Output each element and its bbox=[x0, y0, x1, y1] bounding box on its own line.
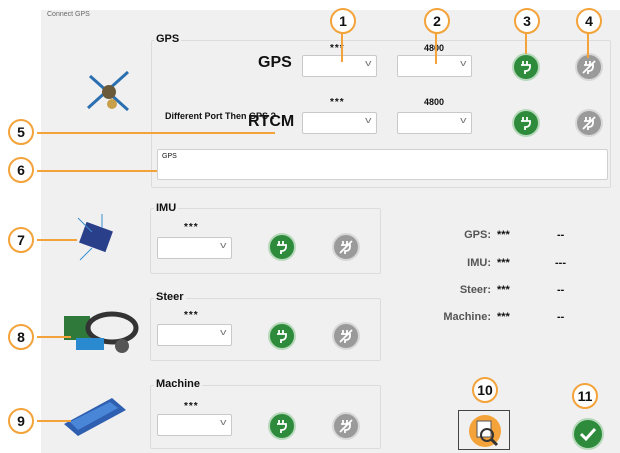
status-steer-value: *** bbox=[497, 284, 510, 296]
status-imu-value: *** bbox=[497, 257, 510, 269]
rtcm-baud-select[interactable]: v bbox=[397, 112, 472, 134]
status-steer-state: -- bbox=[557, 284, 565, 296]
callout-6-line bbox=[37, 170, 157, 172]
callout-7: 7 bbox=[8, 227, 34, 253]
gps-row-label: GPS bbox=[258, 54, 292, 71]
chevron-down-icon: v bbox=[219, 240, 226, 250]
steer-group-label: Steer bbox=[154, 291, 186, 303]
chevron-down-icon: v bbox=[459, 115, 466, 125]
unplug-icon bbox=[582, 60, 596, 74]
chevron-down-icon: v bbox=[219, 417, 226, 427]
callout-3: 3 bbox=[514, 8, 540, 34]
rtcm-port-value: *** bbox=[330, 97, 345, 108]
status-gps-label: GPS: bbox=[464, 229, 491, 241]
imu-group-label: IMU bbox=[154, 202, 179, 214]
callout-3-line bbox=[525, 32, 527, 54]
rtcm-row-label: RTCM bbox=[248, 113, 295, 130]
chevron-down-icon: v bbox=[364, 58, 371, 68]
plug-icon bbox=[521, 61, 531, 74]
status-imu-label: IMU: bbox=[467, 257, 491, 269]
scan-ports-button[interactable] bbox=[458, 410, 510, 450]
steer-disconnect-button[interactable] bbox=[332, 322, 360, 350]
status-machine-label: Machine: bbox=[443, 311, 491, 323]
steer-kit-icon bbox=[64, 311, 139, 353]
callout-9: 9 bbox=[8, 408, 34, 434]
gps-group-label: GPS bbox=[154, 33, 182, 45]
status-machine-value: *** bbox=[497, 311, 510, 323]
gps-port-select[interactable]: v bbox=[302, 55, 377, 77]
status-gps-state: -- bbox=[557, 229, 565, 241]
rtcm-connect-button[interactable] bbox=[512, 109, 540, 137]
check-icon bbox=[579, 427, 597, 442]
imu-disconnect-button[interactable] bbox=[332, 233, 360, 261]
imu-port-value: *** bbox=[184, 222, 199, 233]
ok-button[interactable] bbox=[572, 418, 604, 450]
machine-port-value: *** bbox=[184, 401, 199, 412]
imu-port-select[interactable]: v bbox=[157, 237, 232, 259]
steer-port-value: *** bbox=[184, 310, 199, 321]
gps-message-box: GPS bbox=[157, 149, 608, 180]
machine-port-select[interactable]: v bbox=[157, 414, 232, 436]
callout-9-line bbox=[37, 420, 71, 422]
chevron-down-icon: v bbox=[364, 115, 371, 125]
callout-2: 2 bbox=[424, 8, 450, 34]
callout-1-line bbox=[341, 32, 343, 62]
relay-board-icon bbox=[64, 398, 126, 436]
status-steer-label: Steer: bbox=[459, 284, 491, 296]
gps-disconnect-button[interactable] bbox=[575, 53, 603, 81]
status-gps-value: *** bbox=[497, 229, 510, 241]
rtcm-disconnect-button[interactable] bbox=[575, 109, 603, 137]
plug-icon bbox=[277, 420, 287, 433]
callout-8-line bbox=[37, 336, 71, 338]
machine-disconnect-button[interactable] bbox=[332, 412, 360, 440]
callout-5: 5 bbox=[8, 119, 34, 145]
chevron-down-icon: v bbox=[219, 327, 226, 337]
unplug-icon bbox=[339, 240, 353, 254]
chevron-down-icon: v bbox=[459, 58, 466, 68]
callout-5-line bbox=[37, 132, 275, 134]
callout-6: 6 bbox=[8, 157, 34, 183]
plug-icon bbox=[277, 241, 287, 254]
gps-message-text: GPS bbox=[162, 153, 177, 160]
status-machine-state: -- bbox=[557, 311, 565, 323]
callout-11: 11 bbox=[572, 383, 598, 409]
machine-connect-button[interactable] bbox=[268, 412, 296, 440]
unplug-icon bbox=[582, 116, 596, 130]
callout-4-line bbox=[587, 32, 589, 58]
imu-connect-button[interactable] bbox=[268, 233, 296, 261]
imu-board-icon bbox=[77, 214, 113, 261]
steer-port-select[interactable]: v bbox=[157, 324, 232, 346]
machine-group-label: Machine bbox=[154, 378, 203, 390]
unplug-icon bbox=[339, 329, 353, 343]
callout-2-line bbox=[435, 32, 437, 64]
satellite-icon bbox=[86, 70, 130, 112]
status-imu-state: --- bbox=[555, 257, 566, 269]
rtcm-baud-value: 4800 bbox=[424, 97, 445, 107]
plug-icon bbox=[277, 330, 287, 343]
callout-1: 1 bbox=[330, 8, 356, 34]
callout-8: 8 bbox=[8, 324, 34, 350]
window-title: Connect GPS bbox=[47, 11, 90, 18]
gps-connect-button[interactable] bbox=[512, 53, 540, 81]
plug-icon bbox=[521, 117, 531, 130]
rtcm-port-select[interactable]: v bbox=[302, 112, 377, 134]
callout-10: 10 bbox=[472, 377, 498, 403]
callout-7-line bbox=[37, 239, 77, 241]
callout-4: 4 bbox=[576, 8, 602, 34]
search-ports-icon bbox=[469, 415, 501, 447]
steer-connect-button[interactable] bbox=[268, 322, 296, 350]
unplug-icon bbox=[339, 419, 353, 433]
